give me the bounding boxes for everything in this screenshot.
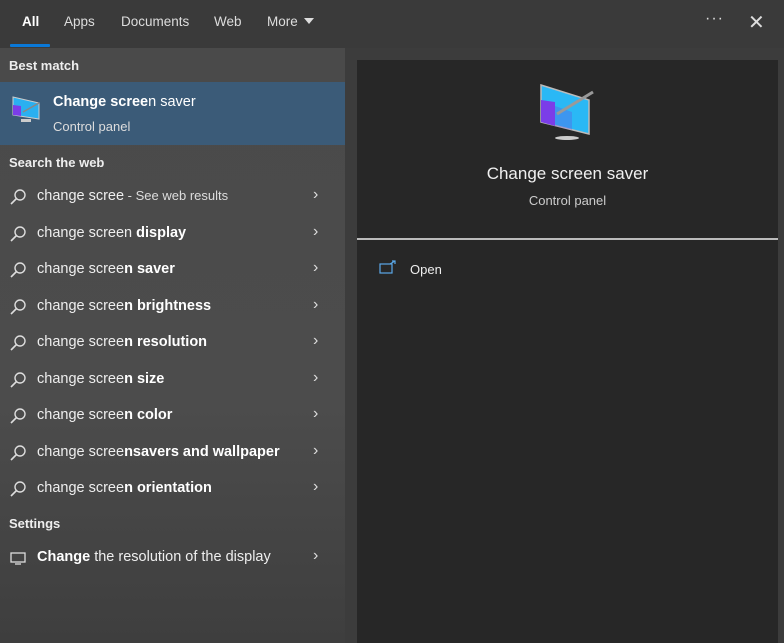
open-icon <box>379 260 396 274</box>
web-result-label: change screen resolution <box>37 334 207 350</box>
title-match: Change scree <box>53 94 149 110</box>
suggestion-text: n brightness <box>124 297 212 314</box>
search-icon <box>10 335 26 351</box>
web-result-label: change screen color <box>37 407 172 423</box>
search-web-heading: Search the web <box>9 155 105 170</box>
web-result-label: change scree - See web results <box>37 188 228 204</box>
web-result-item[interactable]: change scree - See web results › <box>0 179 345 215</box>
screen-saver-icon <box>12 96 40 122</box>
settings-heading: Settings <box>9 516 61 531</box>
chevron-right-icon: › <box>313 478 319 495</box>
web-result-item[interactable]: change screen brightness › <box>0 289 345 325</box>
web-result-label: change screen orientation <box>37 480 212 496</box>
web-result-label: change screen brightness <box>37 298 211 314</box>
search-icon <box>10 371 26 388</box>
more-options-button[interactable]: ··· <box>705 10 724 28</box>
web-result-label: change screen size <box>37 371 164 387</box>
settings-item-resolution[interactable]: Change the resolution of the display › <box>0 540 345 576</box>
preview-panel: Change screen saver Control panel Open <box>357 60 778 643</box>
chevron-right-icon: › <box>313 332 319 349</box>
chevron-right-icon: › <box>313 295 319 313</box>
screen-saver-large-icon <box>540 83 594 140</box>
divider <box>357 238 778 240</box>
suggestion-text: n color <box>124 407 173 423</box>
suggestion-text: n saver <box>124 261 175 277</box>
query-text: change scree <box>37 297 125 314</box>
preview-subtitle: Control panel <box>528 193 607 208</box>
web-result-label: change screen saver <box>37 261 175 277</box>
monitor-icon <box>10 552 26 565</box>
best-match-title: Change screen saver <box>53 94 196 110</box>
search-icon <box>10 225 26 242</box>
chevron-right-icon: › <box>313 186 319 203</box>
chevron-right-icon: › <box>313 547 319 564</box>
search-icon <box>10 189 26 205</box>
web-result-label: change screensavers and wallpaper <box>37 444 280 460</box>
tab-apps[interactable]: Apps <box>64 14 95 29</box>
search-icon <box>10 481 26 497</box>
chevron-down-icon <box>303 18 314 24</box>
search-icon <box>10 444 26 461</box>
tab-all[interactable]: All <box>22 14 39 29</box>
tab-more[interactable]: More <box>267 14 314 29</box>
web-result-item[interactable]: change screen color › <box>0 398 345 434</box>
label-match: Change <box>37 549 91 565</box>
query-text: change scree <box>37 443 125 460</box>
search-icon <box>10 298 26 315</box>
chevron-right-icon: › <box>313 368 319 386</box>
query-text: change scree <box>37 370 125 387</box>
web-result-label: change screen display <box>37 225 186 241</box>
tab-web[interactable]: Web <box>214 14 242 29</box>
query-text: change scree <box>37 407 125 423</box>
web-result-item[interactable]: change screen resolution › <box>0 325 345 361</box>
chevron-right-icon: › <box>313 405 319 422</box>
web-result-item[interactable]: change screen display › <box>0 216 345 252</box>
web-result-item[interactable]: change screensavers and wallpaper › <box>0 435 345 471</box>
best-match-heading: Best match <box>9 58 80 73</box>
web-result-item[interactable]: change screen saver › <box>0 252 345 288</box>
open-label: Open <box>410 262 442 277</box>
chevron-right-icon: › <box>313 259 319 276</box>
search-tabs-bar: All Apps Documents Web More ··· ✕ <box>0 0 784 48</box>
preview-title: Change screen saver <box>486 164 649 183</box>
close-button[interactable]: ✕ <box>748 10 765 35</box>
chevron-right-icon: › <box>313 222 319 240</box>
suggestion-text: n size <box>124 370 165 387</box>
best-match-subtitle: Control panel <box>53 119 131 134</box>
see-web-results: - See web results <box>124 188 229 203</box>
query-text: change screen <box>37 224 133 241</box>
active-tab-indicator <box>10 44 50 47</box>
query-text: change scree <box>37 261 125 277</box>
suggestion-text: display <box>132 224 187 241</box>
chevron-right-icon: › <box>313 441 319 459</box>
web-result-item[interactable]: change screen orientation › <box>0 471 345 507</box>
best-match-item[interactable]: Change screen saver Control panel <box>0 82 345 145</box>
query-text: change scree <box>37 334 125 350</box>
query-text: change scree <box>37 480 125 496</box>
tab-documents[interactable]: Documents <box>121 14 189 29</box>
web-result-item[interactable]: change screen size › <box>0 362 345 398</box>
settings-item-label: Change the resolution of the display <box>37 549 271 565</box>
suggestion-text: nsavers and wallpaper <box>124 443 280 460</box>
title-rest: n saver <box>148 94 196 110</box>
suggestion-text: n orientation <box>124 480 212 496</box>
query-text: change scree <box>37 188 125 204</box>
tab-more-label: More <box>267 14 298 29</box>
search-icon <box>10 262 26 278</box>
search-icon <box>10 408 26 424</box>
label-rest: the resolution of the display <box>90 549 271 565</box>
suggestion-text: n resolution <box>124 334 208 350</box>
